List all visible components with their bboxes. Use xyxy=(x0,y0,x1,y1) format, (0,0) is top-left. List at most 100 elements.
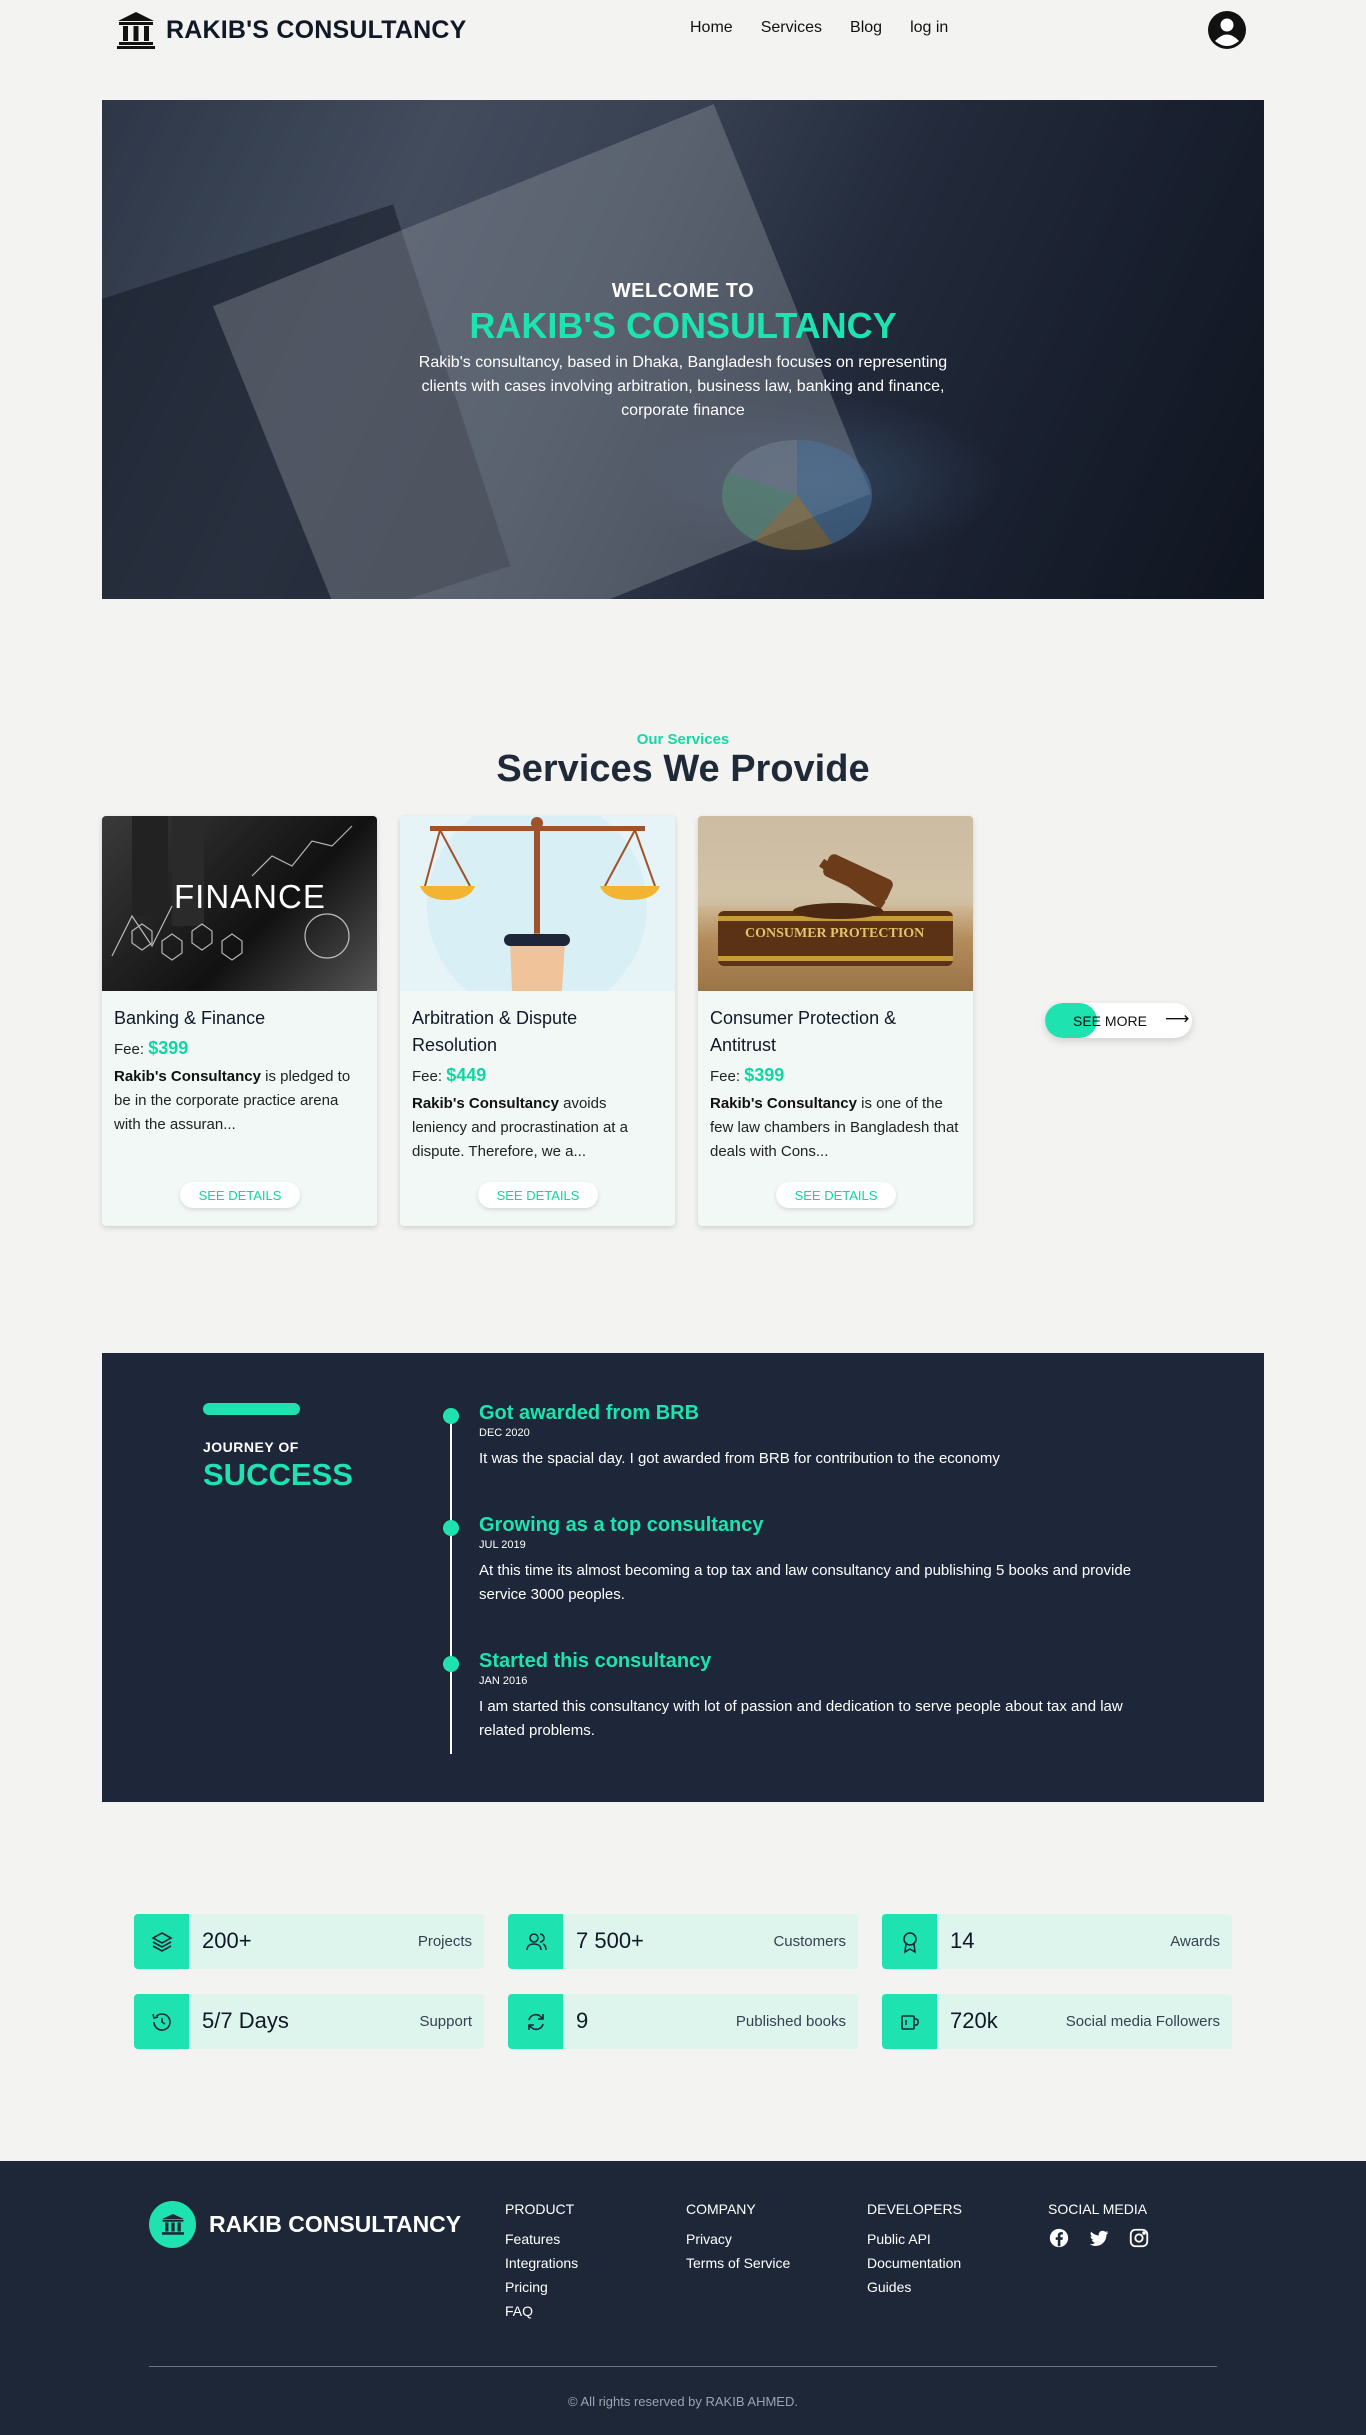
bank-icon xyxy=(117,12,155,49)
consumer-protection-image-text: CONSUMER PROTECTION xyxy=(745,926,925,941)
see-details-button[interactable]: SEE DETAILS xyxy=(776,1182,896,1208)
timeline-text: It was the spacial day. I got awarded fr… xyxy=(479,1450,1000,1467)
footer-heading: DEVELOPERS xyxy=(867,2201,962,2217)
service-description: Rakib's Consultancy is one of the few la… xyxy=(710,1095,959,1160)
users-icon xyxy=(508,1914,563,1969)
timeline-title: Got awarded from BRB xyxy=(479,1402,700,1424)
timeline-title: Started this consultancy xyxy=(479,1650,712,1672)
timeline-dot xyxy=(443,1656,459,1672)
service-card: Arbitration & Dispute Resolution Fee: $4… xyxy=(400,816,675,1226)
footer-column-social: SOCIAL MEDIA xyxy=(1048,2201,1150,2249)
stat-label: Published books xyxy=(735,2013,846,2030)
footer-logo[interactable] xyxy=(149,2201,196,2248)
brand[interactable]: RAKIB'S CONSULTANCY xyxy=(116,10,466,50)
service-fee-amount: $399 xyxy=(744,1065,785,1085)
hero-banner: WELCOME TO RAKIB'S CONSULTANCY Rakib's c… xyxy=(102,100,1264,599)
stat-value: 7 500+ xyxy=(576,1928,644,1953)
journey-section: JOURNEY OF SUCCESS Got awarded from BRB … xyxy=(102,1353,1264,1802)
award-icon xyxy=(882,1914,937,1969)
see-more-button[interactable]: SEE MORE ⟶ xyxy=(1045,1003,1192,1038)
see-details-button[interactable]: SEE DETAILS xyxy=(478,1182,598,1208)
footer-link[interactable]: Privacy xyxy=(686,2227,790,2251)
footer-brand: RAKIB CONSULTANCY xyxy=(209,2211,462,2237)
timeline-item: Got awarded from BRB DEC 2020 It was the… xyxy=(479,1402,1139,1471)
service-description: Rakib's Consultancy is pledged to be in … xyxy=(114,1068,351,1133)
top-navbar: RAKIB'S CONSULTANCY Home Services Blog l… xyxy=(0,0,1366,60)
footer-link[interactable]: Integrations xyxy=(505,2251,578,2275)
service-title: Consumer Protection & Antitrust xyxy=(710,1008,897,1055)
stat-value: 9 xyxy=(576,2008,589,2033)
copyright: © All rights reserved by RAKIB AHMED. xyxy=(568,2394,798,2409)
footer-link[interactable]: Terms of Service xyxy=(686,2251,790,2275)
hero-welcome: WELCOME TO xyxy=(611,280,755,302)
timeline-title: Growing as a top consultancy xyxy=(479,1514,764,1536)
nav-link-home[interactable]: Home xyxy=(690,19,733,37)
timeline-text: At this time its almost becoming a top t… xyxy=(479,1562,1132,1603)
timeline-item: Started this consultancy JAN 2016 I am s… xyxy=(479,1650,1139,1743)
footer-link[interactable]: Pricing xyxy=(505,2275,578,2299)
instagram-icon[interactable] xyxy=(1128,2227,1150,2249)
hero-content: WELCOME TO RAKIB'S CONSULTANCY Rakib's c… xyxy=(102,280,1264,423)
journey-subtitle: JOURNEY OF xyxy=(203,1439,299,1455)
nav-link-login[interactable]: log in xyxy=(910,19,948,37)
service-fee: Fee: $449 xyxy=(412,1065,487,1085)
footer-column-product: PRODUCT Features Integrations Pricing FA… xyxy=(505,2201,578,2323)
service-image-consumer-protection: CONSUMER PROTECTION xyxy=(698,816,973,991)
brand-name: RAKIB'S CONSULTANCY xyxy=(166,15,467,44)
timeline-dot xyxy=(443,1520,459,1536)
services-title: Services We Provide xyxy=(496,748,870,790)
nav-link-blog[interactable]: Blog xyxy=(850,19,882,37)
footer-link[interactable]: FAQ xyxy=(505,2299,578,2323)
stat-card: 7 500+ Customers xyxy=(508,1914,858,1969)
service-title: Banking & Finance xyxy=(114,1008,266,1028)
footer-divider xyxy=(149,2366,1217,2367)
stat-card: 14 Awards xyxy=(882,1914,1232,1969)
footer-link[interactable]: Documentation xyxy=(867,2251,962,2275)
finance-image-text: FINANCE xyxy=(174,878,326,915)
service-title: Arbitration & Dispute Resolution xyxy=(412,1008,578,1055)
hero-title: RAKIB'S CONSULTANCY xyxy=(469,305,897,346)
journey-accent-bar xyxy=(203,1403,300,1415)
see-details-button[interactable]: SEE DETAILS xyxy=(180,1182,300,1208)
mug-icon xyxy=(882,1994,937,2049)
stat-card: 5/7 Days Support xyxy=(134,1994,484,2049)
stat-card: 9 Published books xyxy=(508,1994,858,2049)
footer-link[interactable]: Features xyxy=(505,2227,578,2251)
service-card: CONSUMER PROTECTION Consumer Protection … xyxy=(698,816,973,1226)
timeline-line xyxy=(450,1417,452,1754)
footer-heading: PRODUCT xyxy=(505,2201,575,2217)
timeline-dot xyxy=(443,1408,459,1424)
stat-label: Customers xyxy=(773,1933,846,1950)
footer-link[interactable]: Public API xyxy=(867,2227,962,2251)
footer-link[interactable]: Guides xyxy=(867,2275,962,2299)
service-fee: Fee: $399 xyxy=(710,1065,785,1085)
stat-label: Support xyxy=(419,2013,472,2030)
footer: RAKIB CONSULTANCY PRODUCT Features Integ… xyxy=(0,2161,1366,2435)
footer-column-developers: DEVELOPERS Public API Documentation Guid… xyxy=(867,2201,962,2299)
arrow-right-icon: ⟶ xyxy=(1165,1009,1190,1029)
timeline-text: I am started this consultancy with lot o… xyxy=(479,1698,1123,1739)
footer-heading: COMPANY xyxy=(686,2201,756,2217)
hero-description: Rakib's consultancy, based in Dhaka, Ban… xyxy=(418,354,948,419)
footer-column-company: COMPANY Privacy Terms of Service xyxy=(686,2201,790,2275)
journey-title: SUCCESS xyxy=(203,1457,353,1492)
service-fee-amount: $399 xyxy=(148,1038,189,1058)
service-image-arbitration xyxy=(400,816,675,991)
timeline-date: JUL 2019 xyxy=(479,1539,526,1551)
stat-card: 200+ Projects xyxy=(134,1914,484,1969)
twitter-icon[interactable] xyxy=(1088,2227,1110,2249)
facebook-icon[interactable] xyxy=(1048,2227,1070,2249)
nav-link-services[interactable]: Services xyxy=(761,19,822,37)
timeline-item: Growing as a top consultancy JUL 2019 At… xyxy=(479,1514,1139,1607)
stat-label: Social media Followers xyxy=(1065,2013,1220,2030)
stat-value: 14 xyxy=(950,1928,975,1953)
service-fee-amount: $449 xyxy=(446,1065,487,1085)
stat-label: Awards xyxy=(1170,1933,1220,1950)
stat-card: 720k Social media Followers xyxy=(882,1994,1232,2049)
stat-value: 5/7 Days xyxy=(202,2008,289,2033)
service-image-finance: FINANCE xyxy=(102,816,377,991)
user-avatar-icon[interactable] xyxy=(1208,11,1246,49)
refresh-icon xyxy=(508,1994,563,2049)
stat-value: 720k xyxy=(950,2008,998,2033)
service-description: Rakib's Consultancy avoids leniency and … xyxy=(412,1095,628,1160)
